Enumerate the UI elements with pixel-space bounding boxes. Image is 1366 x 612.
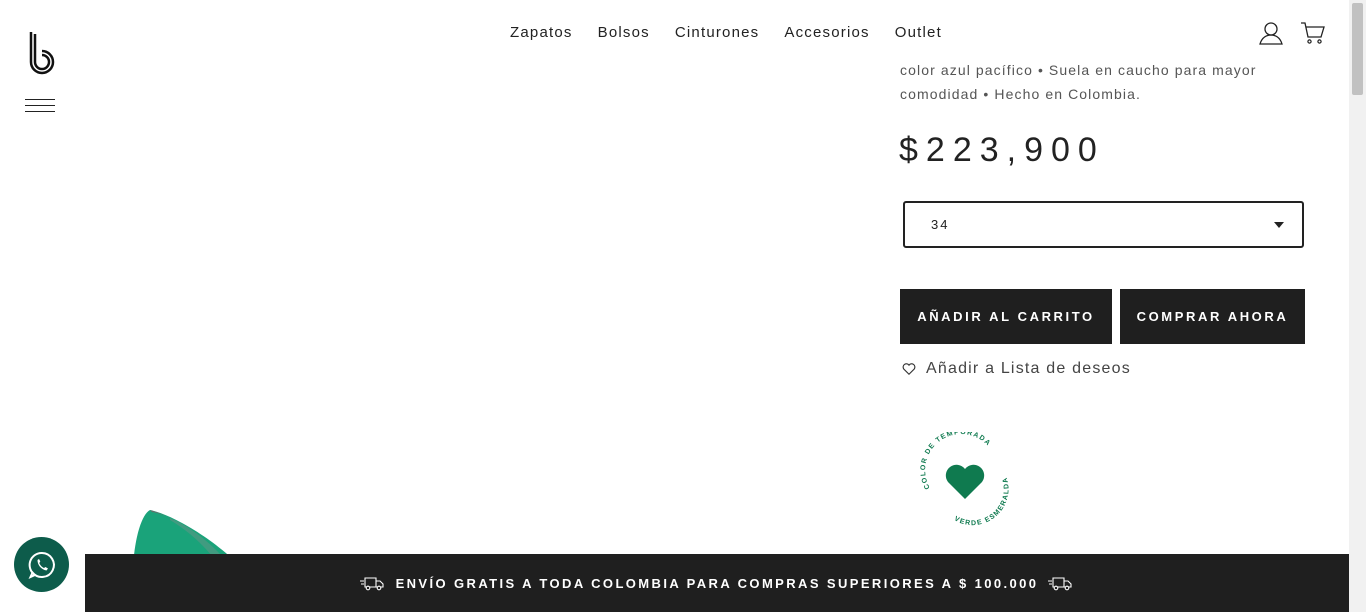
nav-zapatos[interactable]: Zapatos: [510, 24, 573, 41]
user-icon[interactable]: [1258, 20, 1284, 46]
heart-icon: [945, 464, 985, 499]
buy-now-button[interactable]: COMPRAR AHORA: [1120, 289, 1305, 344]
scrollbar[interactable]: [1349, 0, 1366, 612]
promo-bar: ENVÍO GRATIS A TODA COLOMBIA PARA COMPRA…: [85, 554, 1349, 612]
whatsapp-button[interactable]: [14, 537, 69, 592]
nav-accesorios[interactable]: Accesorios: [784, 24, 869, 41]
wishlist-label: Añadir a Lista de deseos: [926, 360, 1131, 377]
product-description: color azul pacífico • Suela en caucho pa…: [900, 62, 1257, 102]
nav-bolsos[interactable]: Bolsos: [598, 24, 650, 41]
nav-outlet[interactable]: Outlet: [895, 24, 942, 41]
cart-icon[interactable]: [1300, 20, 1326, 46]
scrollbar-thumb[interactable]: [1352, 3, 1363, 95]
caret-down-icon: [1274, 222, 1284, 228]
size-select[interactable]: 34: [903, 201, 1304, 248]
promo-text: ENVÍO GRATIS A TODA COLOMBIA PARA COMPRA…: [395, 575, 1039, 591]
product-price: $223,900: [899, 131, 1105, 169]
heart-outline-icon: [902, 363, 916, 376]
whatsapp-icon: [28, 551, 55, 579]
b-logo-icon[interactable]: [26, 30, 56, 76]
wishlist-link[interactable]: Añadir a Lista de deseos: [902, 360, 1131, 378]
size-selected-value: 34: [931, 217, 950, 232]
truck-icon: [1048, 577, 1072, 591]
main-nav: Zapatos Bolsos Cinturones Accesorios Out…: [510, 24, 942, 41]
header-actions: [1258, 20, 1326, 46]
add-to-cart-button[interactable]: AÑADIR AL CARRITO: [900, 289, 1112, 344]
nav-cinturones[interactable]: Cinturones: [675, 24, 760, 41]
hamburger-icon: [25, 99, 55, 100]
season-color-badge: COLOR DE TEMPORADA VERDE ESMERALDA: [920, 432, 1009, 526]
truck-icon: [359, 577, 384, 591]
menu-button[interactable]: [25, 99, 55, 113]
